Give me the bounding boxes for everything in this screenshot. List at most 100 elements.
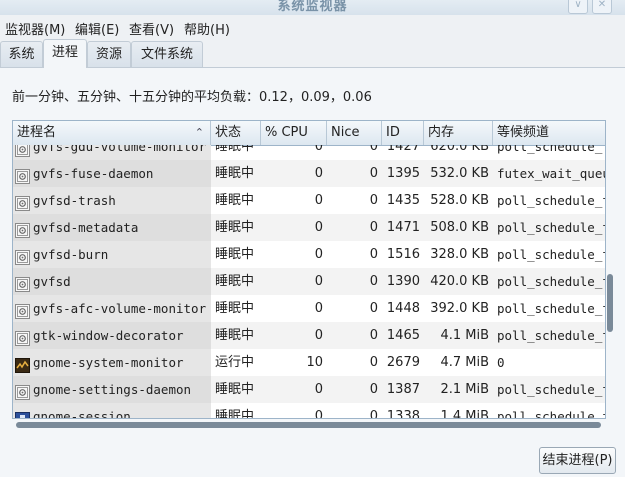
process-cpu: 0 <box>261 160 327 187</box>
process-nice: 0 <box>327 268 382 295</box>
process-id: 1465 <box>382 322 424 349</box>
process-cpu: 0 <box>314 301 323 316</box>
process-wait-channel: poll_schedule_timeout <box>493 376 605 403</box>
load-average-label: 前一分钟、五分钟、十五分钟的平均负载：0.12，0.09，0.06 <box>12 90 372 105</box>
process-name-label: gvfs-gdu-volume-monitor <box>33 145 207 154</box>
collapse-icon[interactable]: ∨ <box>568 0 588 14</box>
process-name-label: gnome-settings-daemon <box>33 382 192 397</box>
process-id: 1387 <box>382 376 424 403</box>
process-wait-channel: poll_schedule_timeout <box>497 409 605 418</box>
process-name: gvfsd-burn <box>13 241 211 268</box>
sort-ascending-icon: ⌃ <box>194 126 204 139</box>
process-table[interactable]: 进程名 ⌃ 状态 % CPU Nice ID 内存 等候频道 gvfs-gdu-… <box>12 120 606 419</box>
column-header-nice[interactable]: Nice <box>327 121 382 145</box>
tab-bar: 系统 进程 资源 文件系统 <box>0 39 625 68</box>
horizontal-scroll-thumb[interactable] <box>16 422 601 428</box>
process-cpu: 0 <box>314 193 323 208</box>
process-name: gvfsd <box>13 268 211 295</box>
process-id: 1338 <box>386 409 420 418</box>
process-nice: 0 <box>369 193 378 208</box>
process-wait-channel: poll_schedule_timeout <box>497 193 605 208</box>
tab-processes[interactable]: 进程 <box>43 39 87 68</box>
process-memory: 532.0 KB <box>424 160 493 187</box>
process-memory: 392.0 KB <box>430 301 489 316</box>
process-cpu: 0 <box>261 322 327 349</box>
table-row[interactable]: gvfs-gdu-volume-monitor 睡眠中 0 0 1427 620.0 KB… <box>13 145 605 160</box>
table-row[interactable]: gtk-window-decorator 睡眠中 0 0 1465 4.1 MiB poll… <box>13 322 605 349</box>
process-status: 睡眠中 <box>211 376 261 403</box>
table-row[interactable]: gnome-system-monitor 运行中 10 0 2679 4.7 MiB 0 <box>13 349 605 376</box>
process-id: 1395 <box>382 160 424 187</box>
process-memory: 528.0 KB <box>430 193 489 208</box>
process-icon <box>15 220 30 238</box>
column-header-name-label: 进程名 <box>17 125 57 140</box>
table-row[interactable]: gvfsd-trash 睡眠中 0 0 1435 528.0 KB poll_schedul… <box>13 187 605 214</box>
process-nice: 0 <box>327 160 382 187</box>
tab-filesystems[interactable]: 文件系统 <box>131 41 203 67</box>
process-memory: 620.0 KB <box>430 145 489 154</box>
process-nice: 0 <box>369 247 378 262</box>
column-header-cpu[interactable]: % CPU <box>261 121 327 145</box>
process-name: gnome-settings-daemon <box>13 376 211 403</box>
process-name-label: gtk-window-decorator <box>33 328 184 343</box>
horizontal-scrollbar[interactable] <box>14 421 602 429</box>
process-status: 睡眠中 <box>211 268 261 295</box>
close-icon[interactable]: ✕ <box>592 0 612 14</box>
process-id: 1448 <box>386 301 420 316</box>
column-header-id[interactable]: ID <box>382 121 424 145</box>
end-process-button[interactable]: 结束进程(P) <box>539 447 616 474</box>
process-status: 睡眠中 <box>211 322 261 349</box>
process-id: 1435 <box>386 193 420 208</box>
process-name-label: gvfsd-metadata <box>33 220 139 235</box>
process-status: 睡眠中 <box>211 214 261 241</box>
process-name-label: gnome-session <box>33 409 131 418</box>
process-status: 睡眠中 <box>211 160 261 187</box>
menu-bar: 监视器(M) 编辑(E) 查看(V) 帮助(H) <box>0 15 625 39</box>
menu-edit[interactable]: 编辑(E) <box>75 19 119 38</box>
process-memory: 508.0 KB <box>424 214 493 241</box>
table-row[interactable]: gvfsd-metadata 睡眠中 0 0 1471 508.0 KB poll_sche… <box>13 214 605 241</box>
process-status: 运行中 <box>215 355 255 370</box>
tab-system[interactable]: 系统 <box>0 41 43 67</box>
process-icon <box>15 193 30 211</box>
process-icon <box>15 247 30 265</box>
process-wait-channel: poll_schedule_timeout <box>493 322 605 349</box>
process-cpu: 0 <box>314 409 323 418</box>
process-nice: 0 <box>327 322 382 349</box>
table-row[interactable]: gvfs-fuse-daemon 睡眠中 0 0 1395 532.0 KB futex_w… <box>13 160 605 187</box>
process-cpu: 0 <box>261 268 327 295</box>
menu-monitor[interactable]: 监视器(M) <box>5 19 65 38</box>
process-nice: 0 <box>369 409 378 418</box>
process-status: 睡眠中 <box>215 193 255 208</box>
process-icon <box>15 382 30 400</box>
process-memory: 4.7 MiB <box>440 355 489 370</box>
process-nice: 0 <box>369 355 378 370</box>
process-name: gtk-window-decorator <box>13 322 211 349</box>
vertical-scroll-thumb[interactable] <box>607 274 613 332</box>
column-header-name[interactable]: 进程名 ⌃ <box>13 121 211 145</box>
process-cpu: 0 <box>314 145 323 154</box>
column-header-status[interactable]: 状态 <box>211 121 261 145</box>
process-name: gnome-session <box>13 403 211 418</box>
table-row[interactable]: gnome-settings-daemon 睡眠中 0 0 1387 2.1 MiB pol… <box>13 376 605 403</box>
table-row[interactable]: gvfsd-burn 睡眠中 0 0 1516 328.0 KB poll_schedule… <box>13 241 605 268</box>
process-cpu: 0 <box>314 247 323 262</box>
table-header: 进程名 ⌃ 状态 % CPU Nice ID 内存 等候频道 <box>13 121 605 146</box>
process-wait-channel: poll_schedule_timeout <box>497 145 605 154</box>
tab-resources[interactable]: 资源 <box>87 41 131 67</box>
vertical-scrollbar[interactable] <box>604 120 616 417</box>
process-wait-channel: 0 <box>497 355 505 370</box>
column-header-wait-channel[interactable]: 等候频道 <box>493 121 605 145</box>
session-icon <box>15 409 30 418</box>
table-row[interactable]: gvfsd睡眠中001390420.0 KBpoll_schedule_time… <box>13 268 605 295</box>
process-name-label: gvfs-fuse-daemon <box>33 166 154 181</box>
table-row[interactable]: gnome-session 睡眠中 0 0 1338 1.4 MiB poll_schedu… <box>13 403 605 418</box>
process-wait-channel: futex_wait_queue_me <box>493 160 605 187</box>
menu-view[interactable]: 查看(V) <box>129 19 174 38</box>
table-row[interactable]: gvfs-afc-volume-monitor 睡眠中 0 0 1448 392.0 KB… <box>13 295 605 322</box>
process-cpu: 10 <box>306 355 323 370</box>
process-memory: 1.4 MiB <box>440 409 489 418</box>
menu-help[interactable]: 帮助(H) <box>184 19 230 38</box>
process-status: 睡眠中 <box>215 145 255 154</box>
column-header-memory[interactable]: 内存 <box>424 121 493 145</box>
